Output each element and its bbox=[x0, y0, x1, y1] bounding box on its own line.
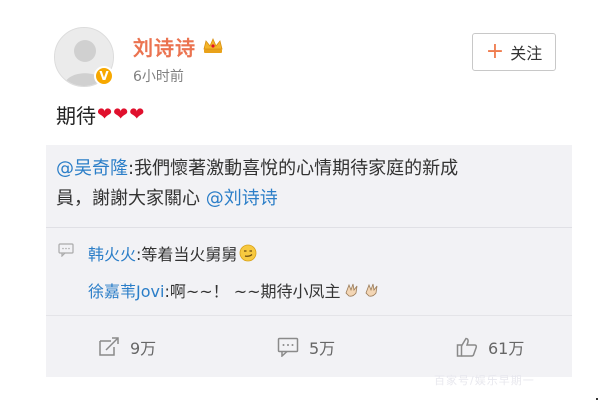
post-text: 期待 bbox=[56, 104, 96, 128]
hand-emoji-icon bbox=[365, 283, 377, 297]
smirk-emoji-icon bbox=[240, 244, 257, 262]
comment-text: :等着当火舅舅 bbox=[136, 245, 238, 264]
mention-link[interactable]: @吴奇隆 bbox=[56, 158, 128, 179]
weibo-post-card: V 刘诗诗 6小时前 + 关注 期待 ❤ ❤ ❤ @吴奇隆:我們懷著激動喜悅的心… bbox=[38, 0, 572, 406]
follow-label: 关注 bbox=[510, 44, 543, 63]
comment-item: 韩火火 :等着当火舅舅 bbox=[88, 241, 257, 265]
hand-emoji-icon bbox=[345, 283, 357, 297]
like-count: 61万 bbox=[488, 339, 525, 358]
comment-count: 5万 bbox=[309, 339, 336, 358]
heart-icon: ❤ bbox=[113, 104, 129, 125]
follow-button[interactable]: + 关注 bbox=[472, 33, 556, 71]
repost-button[interactable]: 9万 bbox=[98, 335, 156, 359]
post-time: 6小时前 bbox=[133, 69, 184, 85]
comment-text: :啊~~！ ~~期待小凤主 bbox=[164, 282, 341, 301]
comment-icon bbox=[277, 337, 299, 357]
quoted-text-part1: :我們懷著激動喜悅的心情期待家庭的新成 bbox=[128, 158, 459, 179]
comment-user[interactable]: 韩火火 bbox=[88, 241, 136, 265]
comment-user[interactable]: 徐嘉苇Jovi bbox=[88, 278, 164, 302]
thumbs-up-icon bbox=[456, 337, 478, 357]
comment-bubble-icon bbox=[58, 243, 74, 257]
heart-icon: ❤ bbox=[129, 104, 145, 125]
like-button[interactable]: 61万 bbox=[456, 335, 524, 359]
comment-item: 徐嘉苇Jovi :啊~~！ ~~期待小凤主 bbox=[88, 278, 381, 302]
verified-badge-icon: V bbox=[94, 66, 114, 86]
username[interactable]: 刘诗诗 bbox=[133, 32, 196, 61]
watermark: 百家号/娱乐早期一 bbox=[434, 374, 535, 387]
repost-icon bbox=[99, 337, 119, 356]
plus-icon: + bbox=[485, 39, 505, 64]
divider bbox=[46, 315, 572, 316]
post-content: 期待 ❤ ❤ ❤ bbox=[56, 100, 144, 129]
mention-link[interactable]: @刘诗诗 bbox=[206, 188, 278, 209]
quoted-text-part2: 員，謝謝大家關心 bbox=[56, 188, 200, 209]
repost-count: 9万 bbox=[130, 339, 157, 358]
dot bbox=[596, 398, 598, 400]
quoted-text: @吴奇隆:我們懷著激動喜悅的心情期待家庭的新成 員，謝謝大家關心 @刘诗诗 bbox=[56, 154, 556, 214]
divider bbox=[46, 227, 572, 228]
comment-button[interactable]: 5万 bbox=[277, 335, 335, 359]
repost-quote-box[interactable]: @吴奇隆:我們懷著激動喜悅的心情期待家庭的新成 員，謝謝大家關心 @刘诗诗 韩火… bbox=[46, 145, 572, 377]
crown-icon bbox=[203, 37, 223, 53]
heart-icon: ❤ bbox=[97, 104, 113, 125]
username-row: 刘诗诗 bbox=[133, 32, 224, 61]
